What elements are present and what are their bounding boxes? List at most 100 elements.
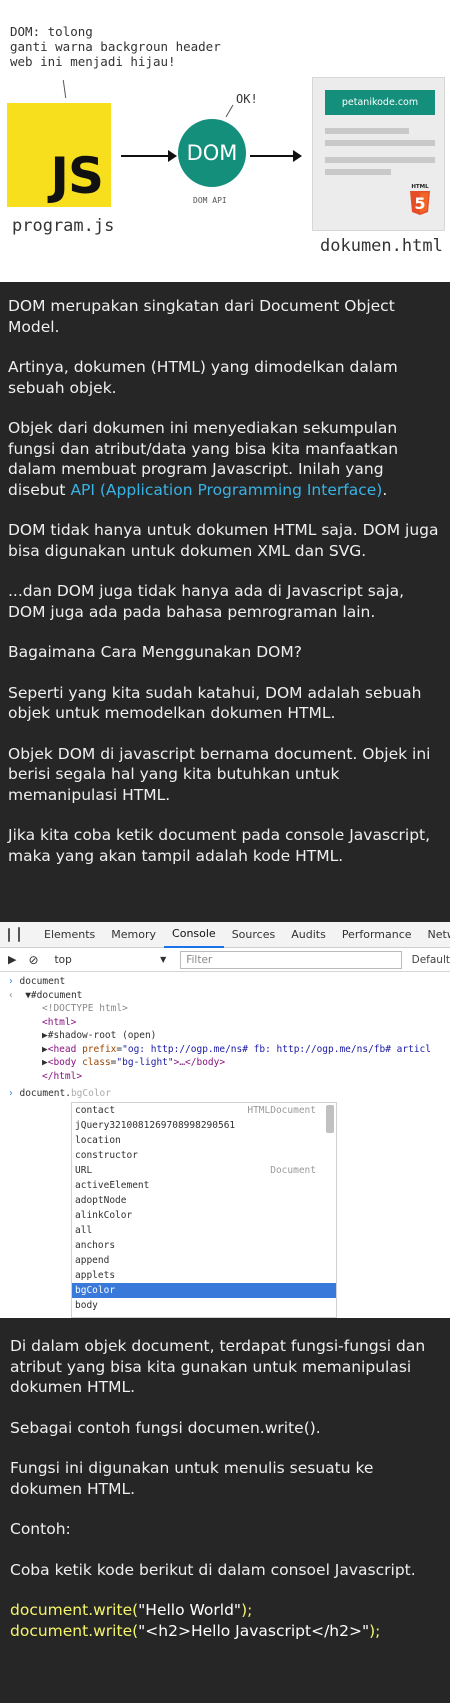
paragraph: Artinya, dokumen (HTML) yang dimodelkan … [8,358,398,397]
console-input-line[interactable]: › document.bgColor [8,1087,450,1101]
autocomplete-item-label: constructor [75,1150,138,1161]
autocomplete-item-label: URL [75,1165,93,1176]
autocomplete-ghost: bgColor [70,1088,111,1099]
section-heading: Bagaimana Cara Menggunakan DOM? [8,643,302,661]
autocomplete-item[interactable]: activeElement [72,1178,336,1193]
result-arrow-icon: ‹ [8,989,14,1001]
autocomplete-item-label: append [75,1255,110,1266]
head-attr-name: prefix [82,1043,117,1055]
autocomplete-item-label: location [75,1135,121,1146]
prompt-icon: › [8,976,14,987]
chevron-down-icon: ▼ [160,955,167,964]
autocomplete-item-label: all [75,1225,93,1236]
sidebar-toggle-icon[interactable]: ▶ [8,953,16,966]
paragraph: Objek dari dokumen ini menyediakan sekum… [8,418,442,500]
autocomplete-item[interactable]: append [72,1253,336,1268]
autocomplete-item[interactable]: location [72,1133,336,1148]
code-string: "<h2>Hello Javascript</h2>" [138,1621,370,1640]
filter-input[interactable]: Filter [180,950,402,969]
tab-network[interactable]: Netw [420,922,450,948]
inspect-element-icon[interactable] [8,927,10,942]
autocomplete-item[interactable]: contact HTMLDocument [72,1103,336,1118]
tab-sources[interactable]: Sources [224,922,284,948]
api-link[interactable]: API (Application Programming Interface) [70,481,382,499]
autocomplete-item-hint: Document [270,1165,316,1176]
autocomplete-item[interactable]: applets [72,1268,336,1283]
code-string: "Hello World" [138,1601,242,1619]
autocomplete-item-label: applets [75,1270,116,1281]
tab-elements[interactable]: Elements [36,922,103,948]
devtools-screenshot: Elements Memory Console Sources Audits P… [0,922,450,1318]
html5-badge-text: HTML [411,184,429,190]
autocomplete-item-label: bgColor [75,1285,116,1296]
devtools-tabbar: Elements Memory Console Sources Audits P… [0,922,450,948]
head-node[interactable]: ▶<head prefix="og: http://ogp.me/ns# fb:… [8,1043,450,1057]
svg-text:5: 5 [414,194,425,213]
shadow-root-text: #shadow-root (open) [47,1030,157,1041]
shadow-root-node[interactable]: ▶#shadow-root (open) [8,1029,450,1043]
code-line: document.write("<h2>Hello Javascript</h2… [10,1621,440,1642]
ok-tail [225,104,234,118]
tab-console[interactable]: Console [164,922,224,948]
console-command: › document [8,975,450,989]
console-input[interactable]: document. [19,1088,70,1099]
text-line [325,157,435,163]
tab-performance[interactable]: Performance [334,922,420,948]
clear-console-icon[interactable]: ⊘ [28,953,38,967]
paragraph: Objek DOM di javascript bernama document… [8,744,431,804]
device-toolbar-icon[interactable] [18,927,20,942]
paragraph: DOM tidak hanya untuk dokumen HTML saja.… [8,521,439,560]
context-select[interactable]: top ▼ [55,954,167,966]
autocomplete-item[interactable]: bgColor [72,1283,336,1298]
speech-tail [62,80,67,98]
paragraph: Fungsi ini digunakan untuk menulis sesua… [10,1459,374,1498]
ok-bubble-text: OK! [236,92,258,106]
console-result: ‹ ▼#document [8,989,450,1003]
article-outro: Di dalam objek document, terdapat fungsi… [0,1336,450,1641]
tab-audits[interactable]: Audits [283,922,334,948]
html-open-node[interactable]: <html> [8,1016,450,1030]
head-attr-value: "og: http://ogp.me/ns# fb: http://ogp.me… [122,1043,431,1055]
code-fn-end: ); [369,1621,381,1640]
autocomplete-item[interactable]: body [72,1298,336,1313]
doc-header-bar: petanikode.com [325,90,435,115]
autocomplete-item-label: adoptNode [75,1195,127,1206]
autocomplete-item[interactable]: alinkColor [72,1208,336,1223]
command-text: document [19,976,66,987]
text-line [325,128,409,134]
js-caption: program.js [12,216,115,236]
paragraph: Contoh: [10,1520,71,1538]
text-line [325,140,435,146]
speech-bubble-text: DOM: tolong ganti warna backgroun header… [10,24,221,69]
context-value: top [54,953,72,966]
autocomplete-scrollbar[interactable] [326,1105,334,1133]
autocomplete-item[interactable]: constructor [72,1148,336,1163]
arrow-right-icon [250,150,302,162]
tab-memory[interactable]: Memory [103,922,164,948]
paragraph: Jika kita coba ketik document pada conso… [8,826,431,865]
autocomplete-item-label: alinkColor [75,1210,133,1221]
js-logo-text: JS [50,147,104,205]
paragraph: Sebagai contoh fungsi documen.write(). [10,1418,321,1437]
dom-label: DOM [186,141,238,165]
head-tag: <head [47,1043,83,1055]
console-toolbar: ▶ ⊘ top ▼ Filter Default [0,948,450,972]
autocomplete-item-label: jQuery3210081269708998290561 [75,1120,236,1131]
autocomplete-item[interactable]: jQuery3210081269708998290561 [72,1118,336,1133]
autocomplete-item[interactable]: URL Document [72,1163,336,1178]
log-levels-select[interactable]: Default [412,954,450,966]
doc-caption: dokumen.html [320,236,443,256]
body-node[interactable]: ▶<body class="bg-light">…</body> [8,1056,450,1070]
text-line [325,169,391,175]
autocomplete-item[interactable]: adoptNode [72,1193,336,1208]
autocomplete-item[interactable]: anchors [72,1238,336,1253]
document-node[interactable]: #document [31,990,82,1001]
paragraph: Seperti yang kita sudah katahui, DOM ada… [8,683,422,723]
autocomplete-item-label: anchors [75,1240,116,1251]
document-illustration: petanikode.com HTML 5 [312,77,445,231]
dom-circle: DOM [178,119,246,187]
dom-diagram: DOM: tolong ganti warna backgroun header… [0,0,450,282]
autocomplete-item[interactable]: all [72,1223,336,1238]
body-tag: <body [47,1057,83,1068]
autocomplete-list: contact HTMLDocument jQuery321008126970899… [71,1102,337,1318]
